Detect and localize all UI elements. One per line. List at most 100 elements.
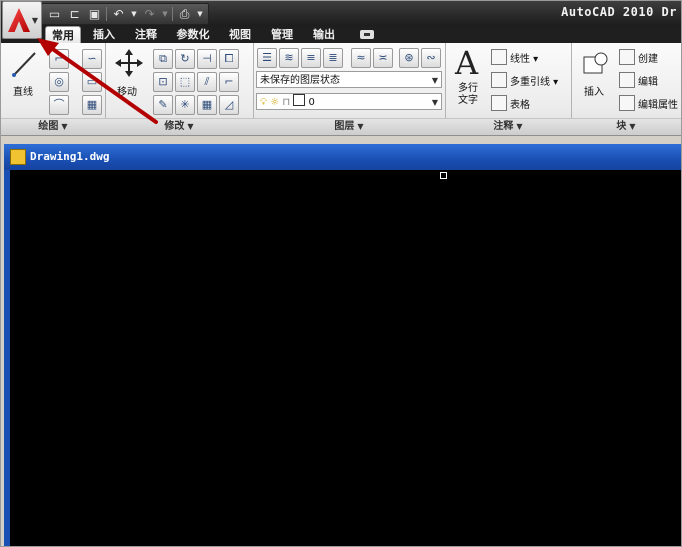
layer-state-value: 未保存的图层状态: [260, 75, 340, 86]
tab-annotate[interactable]: 注释: [127, 26, 165, 43]
multileader-button[interactable]: 多重引线 ▾: [491, 72, 558, 91]
rotate-icon[interactable]: ↻: [175, 49, 195, 69]
multileader-icon: [491, 72, 507, 88]
scale-icon[interactable]: ⬚: [175, 72, 195, 92]
array-icon[interactable]: ▦: [197, 95, 217, 115]
current-layer-dropdown[interactable]: 💡︎ ☼ ⊓ 0 ▼: [256, 93, 442, 110]
multiline-text-label[interactable]: 多行 文字: [458, 83, 478, 107]
copy-icon[interactable]: ⧉: [153, 49, 173, 69]
layer-lock-icon[interactable]: ∾: [421, 48, 441, 68]
drawing-canvas[interactable]: [4, 170, 681, 546]
layer-previous-icon[interactable]: ≍: [373, 48, 393, 68]
plot-icon[interactable]: ⎙: [176, 6, 193, 22]
draw-panel: 直线 ⌐ ◎ ⌒ ∽ ▭ ▦ 绘图 ▼: [1, 43, 106, 135]
trim-icon[interactable]: ⊣: [197, 49, 217, 69]
create-block-label: 创建: [638, 54, 658, 65]
table-icon: [491, 95, 507, 111]
ribbon-tab-bar: 常用 插入 注释 参数化 视图 管理 输出: [1, 26, 681, 44]
create-block-button[interactable]: 创建: [619, 49, 658, 68]
tab-home[interactable]: 常用: [45, 26, 81, 44]
redo-icon[interactable]: ↷: [141, 6, 158, 22]
fillet-icon[interactable]: ⌐: [219, 72, 239, 92]
lightbulb-icon: 💡︎: [260, 97, 267, 108]
unlock-icon: ⊓: [282, 97, 291, 108]
layer-state-dropdown[interactable]: 未保存的图层状态 ▼: [256, 71, 442, 88]
edit-attributes-label: 编辑属性: [638, 100, 678, 111]
tab-output[interactable]: 输出: [305, 26, 343, 43]
cursor-pickbox: [440, 172, 447, 179]
edit-block-label: 编辑: [638, 77, 658, 88]
edit-attributes-icon: [619, 95, 635, 111]
line-button-label[interactable]: 直线: [13, 83, 33, 98]
spline-icon[interactable]: ∽: [82, 49, 102, 69]
block-panel-title[interactable]: 块 ▼: [571, 118, 681, 135]
minimize-ribbon-button[interactable]: [360, 30, 374, 39]
linear-dimension-button[interactable]: 线性 ▾: [491, 49, 538, 68]
circle-icon[interactable]: ◎: [49, 72, 69, 92]
modify-panel-title[interactable]: 修改 ▼: [105, 118, 253, 135]
chamfer-icon[interactable]: ◿: [219, 95, 239, 115]
drawing-title-bar[interactable]: Drawing1.dwg: [4, 144, 681, 170]
layer-walk-icon[interactable]: ⊛: [399, 48, 419, 68]
rectangle-icon[interactable]: ▭: [82, 72, 102, 92]
application-menu-button[interactable]: ▼: [2, 1, 42, 39]
chevron-down-icon: ▼: [431, 98, 438, 107]
layer-freeze-icon[interactable]: ≡: [301, 48, 321, 68]
redo-dropdown-icon[interactable]: ▼: [161, 6, 169, 22]
hatch-icon[interactable]: ▦: [82, 95, 102, 115]
layer-off-icon[interactable]: ≣: [323, 48, 343, 68]
customize-qat-icon[interactable]: ▼: [196, 6, 204, 22]
layer-color-swatch: [293, 94, 306, 106]
toolbar-separator: [172, 7, 173, 21]
open-icon[interactable]: ⊏: [66, 6, 83, 22]
save-icon[interactable]: ▣: [86, 6, 103, 22]
layers-panel-title[interactable]: 图层 ▼: [253, 118, 445, 135]
current-layer-value: 0: [308, 97, 315, 108]
chevron-down-icon: ▼: [431, 76, 438, 85]
layers-panel: ☰ ≋ ≡ ≣ ≈ ≍ ⊛ ∾ 未保存的图层状态 ▼ 💡︎ ☼ ⊓ 0 ▼ 图层…: [253, 43, 446, 135]
insert-block-icon[interactable]: [581, 49, 611, 79]
erase-icon[interactable]: ✎: [153, 95, 173, 115]
edit-block-button[interactable]: 编辑: [619, 72, 658, 91]
title-bar: ▭ ⊏ ▣ ↶ ▼ ↷ ▼ ⎙ ▼ AutoCAD 2010 Dr: [1, 1, 681, 26]
undo-icon[interactable]: ↶: [110, 6, 127, 22]
annotation-panel: A 多行 文字 线性 ▾ 多重引线 ▾ 表格 注释 ▼: [445, 43, 572, 135]
drawing-file-icon: [10, 149, 26, 165]
autocad-window: ▭ ⊏ ▣ ↶ ▼ ↷ ▼ ⎙ ▼ AutoCAD 2010 Dr ▼ 常用 插…: [0, 0, 682, 547]
stretch-icon[interactable]: ⊡: [153, 72, 173, 92]
new-icon[interactable]: ▭: [46, 6, 63, 22]
line-icon[interactable]: [11, 49, 39, 79]
layer-properties-icon[interactable]: ☰: [257, 48, 277, 68]
undo-dropdown-icon[interactable]: ▼: [130, 6, 138, 22]
table-button[interactable]: 表格: [491, 95, 530, 114]
drawing-title: Drawing1.dwg: [30, 150, 110, 163]
polyline-icon[interactable]: ⌐: [49, 49, 69, 69]
draw-panel-title[interactable]: 绘图 ▼: [1, 118, 105, 135]
tab-view[interactable]: 视图: [221, 26, 259, 43]
table-label: 表格: [510, 100, 530, 111]
block-panel: 插入 创建 编辑 编辑属性 块 ▼: [571, 43, 681, 135]
annotation-panel-title[interactable]: 注释 ▼: [445, 118, 571, 135]
multiline-text-icon[interactable]: A: [455, 47, 478, 79]
insert-block-label[interactable]: 插入: [584, 83, 604, 98]
autocad-logo-icon: [8, 8, 30, 32]
move-button-label[interactable]: 移动: [117, 83, 137, 98]
explode-icon[interactable]: ✳: [175, 95, 195, 115]
tab-manage[interactable]: 管理: [263, 26, 301, 43]
linear-dimension-icon: [491, 49, 507, 65]
multiline-text-label-line1: 多行: [458, 83, 478, 94]
move-icon[interactable]: [115, 49, 143, 77]
linear-dimension-label: 线性: [510, 54, 530, 65]
app-title: AutoCAD 2010 Dr: [561, 5, 677, 19]
layer-match-icon[interactable]: ≈: [351, 48, 371, 68]
arc-icon[interactable]: ⌒: [49, 95, 69, 115]
tab-insert[interactable]: 插入: [85, 26, 123, 43]
tab-parametric[interactable]: 参数化: [169, 26, 217, 43]
modify-panel: 移动 ⧉ ↻ ⊣ ⧠ ⊡ ⬚ ⫽ ⌐ ✎ ✳ ▦ ◿ 修改 ▼: [105, 43, 254, 135]
edit-attributes-button[interactable]: 编辑属性: [619, 95, 678, 114]
layer-isolate-icon[interactable]: ≋: [279, 48, 299, 68]
toolbar-separator: [106, 7, 107, 21]
multileader-label: 多重引线: [510, 77, 550, 88]
mirror-icon[interactable]: ⫽: [197, 72, 217, 92]
offset-icon[interactable]: ⧠: [219, 49, 239, 69]
